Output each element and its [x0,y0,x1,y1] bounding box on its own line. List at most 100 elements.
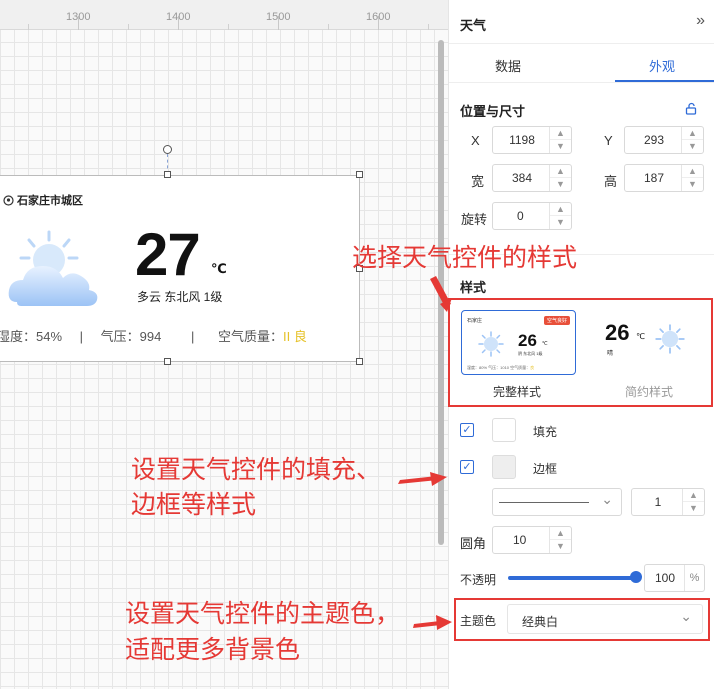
simple-preview-unit: ℃ [636,332,645,341]
widget-location: 石家庄市城区 [3,192,83,208]
fill-checkbox[interactable]: ✓ [460,423,474,437]
resize-handle[interactable] [164,171,171,178]
stepper-up-icon[interactable]: ▲ [683,489,704,502]
stepper-up-icon[interactable]: ▲ [682,165,703,178]
weather-widget[interactable]: 石家庄市城区 27 ℃ 多云 东北风 1级 湿度：54% | 气压：994 | … [0,175,360,362]
border-width-input[interactable]: 1 ▲ ▼ [631,488,705,516]
opacity-input[interactable]: 100 % [644,564,705,592]
style-option-full[interactable]: 石家庄 空气良好 26 ℃ 阴 东北风 1级 湿度：80% 气压：1010 空气… [461,310,576,375]
annotation-style: 选择天气控件的样式 [352,244,578,272]
chevron-down-icon: ⌄ [680,608,692,624]
resize-handle[interactable] [164,358,171,365]
stepper-down-icon[interactable]: ▼ [550,140,571,153]
active-tab-indicator [615,80,714,82]
widget-pressure: 气压：994 [100,329,162,344]
opacity-slider-handle[interactable] [630,571,642,583]
ruler-label: 1500 [266,11,291,23]
simple-preview-sun-icon [655,324,685,354]
preview-stats-value: 良 [530,365,535,370]
fill-color-swatch[interactable] [492,418,516,442]
border-label: 边框 [533,462,558,476]
lock-icon[interactable] [685,102,698,118]
horizontal-ruler: 1300 1400 1500 1600 [0,0,448,30]
annotation-fill-border-2: 边框等样式 [131,491,257,519]
preview-temp: 26 [518,331,537,350]
preview-sun-icon [478,331,504,357]
rotate-label: 旋转 [461,212,488,227]
widget-air-value: II 良 [283,329,307,344]
opacity-label: 不透明 [460,573,497,587]
x-input[interactable]: 1198 ▲ ▼ [492,126,572,154]
divider: | [79,329,84,344]
ruler-label: 1400 [166,11,191,23]
width-input[interactable]: 384 ▲ ▼ [492,164,572,192]
width-label: 宽 [471,174,485,189]
opacity-slider-track[interactable] [508,576,638,580]
collapse-icon[interactable]: » [696,12,705,30]
y-stepper[interactable]: ▲ ▼ [681,127,703,153]
simple-preview-desc: 晴 [607,351,614,357]
style-option-simple[interactable]: 26 ℃ 晴 [591,310,706,375]
tab-appearance[interactable]: 外观 [649,56,675,75]
height-input[interactable]: 187 ▲ ▼ [624,164,704,192]
stepper-down-icon[interactable]: ▼ [682,140,703,153]
stepper-down-icon[interactable]: ▼ [550,540,571,553]
stepper-up-icon[interactable]: ▲ [550,203,571,216]
ruler-label: 1600 [366,11,391,23]
resize-handle[interactable] [356,171,363,178]
height-stepper[interactable]: ▲ ▼ [681,165,703,191]
rotate-input[interactable]: 0 ▲ ▼ [492,202,572,230]
section-style-title: 样式 [460,280,487,295]
opacity-value: 100 [654,571,676,585]
rotate-stepper[interactable]: ▲ ▼ [549,203,571,229]
border-style-select[interactable]: ⌄ [492,488,622,516]
resize-handle[interactable] [356,358,363,365]
opacity-unit: % [684,565,704,591]
style-simple-label[interactable]: 简约样式 [625,383,673,400]
stepper-down-icon[interactable]: ▼ [550,178,571,191]
border-width-stepper[interactable]: ▲ ▼ [682,489,704,515]
section-position-title: 位置与尺寸 [460,104,526,119]
stepper-down-icon[interactable]: ▼ [682,178,703,191]
ruler-label: 1300 [66,11,91,23]
divider: | [191,329,195,344]
radius-input[interactable]: 10 ▲ ▼ [492,526,572,554]
radius-stepper[interactable]: ▲ ▼ [549,527,571,553]
stepper-up-icon[interactable]: ▲ [682,127,703,140]
stepper-up-icon[interactable]: ▲ [550,527,571,540]
preview-location: 石家庄 [467,318,483,324]
panel-title: 天气 [460,18,487,33]
cloudy-weather-icon [8,230,98,306]
stepper-down-icon[interactable]: ▼ [550,216,571,229]
y-label: Y [604,133,613,148]
widget-weather-desc: 多云 东北风 1级 [137,290,223,304]
location-pin-icon [3,194,14,206]
panel-header: 天气 » [449,0,714,44]
design-canvas[interactable]: 1300 1400 1500 1600 石家庄市城区 27 ℃ 多云 东北风 1… [0,0,448,689]
x-stepper[interactable]: ▲ ▼ [549,127,571,153]
border-line-preview [499,502,589,503]
annotation-fill-border-1: 设置天气控件的填充、 [131,456,382,484]
preview-desc: 阴 东北风 1级 [518,351,543,356]
widget-location-text: 石家庄市城区 [17,195,83,207]
tab-data[interactable]: 数据 [495,56,521,75]
stepper-up-icon[interactable]: ▲ [550,165,571,178]
canvas-scrollbar[interactable] [438,40,444,545]
widget-stats-row: 湿度：54% | 气压：994 | 空气质量：II 良 [0,326,307,345]
border-color-swatch[interactable] [492,455,516,479]
rotate-handle[interactable] [163,145,172,154]
width-stepper[interactable]: ▲ ▼ [549,165,571,191]
radius-label: 圆角 [460,536,487,551]
style-full-label[interactable]: 完整样式 [493,383,541,400]
annotation-theme-2: 适配更多背景色 [125,636,301,664]
border-checkbox[interactable]: ✓ [460,460,474,474]
y-input[interactable]: 293 ▲ ▼ [624,126,704,154]
stepper-up-icon[interactable]: ▲ [550,127,571,140]
preview-stats-text: 湿度：80% 气压：1010 空气质量： [467,365,531,370]
annotation-theme-1: 设置天气控件的主题色， [125,600,401,628]
theme-value: 经典白 [522,615,559,629]
chevron-down-icon: ⌄ [601,491,613,507]
stepper-down-icon[interactable]: ▼ [683,502,704,515]
border-width-value: 1 [654,495,662,509]
theme-select[interactable]: 经典白 ⌄ [507,604,703,634]
